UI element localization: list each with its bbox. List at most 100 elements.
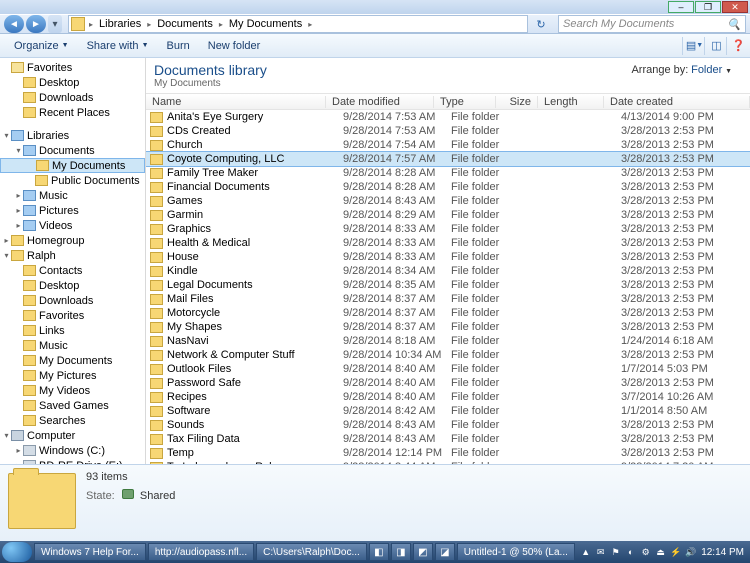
- close-button[interactable]: ✕: [722, 1, 748, 13]
- expand-icon[interactable]: ▾: [14, 146, 23, 155]
- file-row[interactable]: Network & Computer Stuff9/28/2014 10:34 …: [146, 348, 750, 362]
- expand-icon[interactable]: ▸: [14, 206, 23, 215]
- tree-item[interactable]: Desktop: [0, 278, 145, 293]
- col-date-created[interactable]: Date created: [604, 96, 750, 108]
- tree-item[interactable]: Saved Games: [0, 398, 145, 413]
- chevron-right-icon[interactable]: ▸: [306, 20, 314, 29]
- col-length[interactable]: Length: [538, 96, 604, 108]
- col-date-modified[interactable]: Date modified: [326, 96, 434, 108]
- file-row[interactable]: Games9/28/2014 8:43 AMFile folder3/28/20…: [146, 194, 750, 208]
- file-row[interactable]: Temp9/28/2014 12:14 PMFile folder3/28/20…: [146, 446, 750, 460]
- file-row[interactable]: Garmin9/28/2014 8:29 AMFile folder3/28/2…: [146, 208, 750, 222]
- expand-icon[interactable]: ▾: [2, 251, 11, 260]
- chevron-right-icon[interactable]: ▸: [217, 20, 225, 29]
- taskbar-item[interactable]: C:\Users\Ralph\Doc...: [256, 543, 367, 561]
- file-row[interactable]: Outlook Files9/28/2014 8:40 AMFile folde…: [146, 362, 750, 376]
- system-tray[interactable]: ▲✉⚑◐⚙⏏⚡🔊 12:14 PM: [580, 547, 748, 558]
- tray-icon[interactable]: ⏏: [655, 547, 666, 558]
- tree-item[interactable]: ▾Libraries: [0, 128, 145, 143]
- arrange-by[interactable]: Arrange by: Folder ▼: [631, 64, 732, 76]
- tree-item[interactable]: My Documents: [0, 158, 145, 173]
- file-row[interactable]: Kindle9/28/2014 8:34 AMFile folder3/28/2…: [146, 264, 750, 278]
- file-row[interactable]: Graphics9/28/2014 8:33 AMFile folder3/28…: [146, 222, 750, 236]
- organize-button[interactable]: Organize▼: [6, 38, 77, 54]
- file-row[interactable]: Legal Documents9/28/2014 8:35 AMFile fol…: [146, 278, 750, 292]
- refresh-button[interactable]: ↻: [532, 15, 550, 33]
- tree-item[interactable]: ▸Pictures: [0, 203, 145, 218]
- tree-item[interactable]: ▾Computer: [0, 428, 145, 443]
- tree-item[interactable]: My Pictures: [0, 368, 145, 383]
- search-input[interactable]: Search My Documents 🔍: [558, 15, 746, 33]
- tree-item[interactable]: Searches: [0, 413, 145, 428]
- taskbar-item[interactable]: Untitled-1 @ 50% (La...: [457, 543, 575, 561]
- quick-launch-icon[interactable]: ◧: [369, 543, 389, 561]
- back-button[interactable]: ◄: [4, 15, 24, 33]
- tree-item[interactable]: ▸Homegroup: [0, 233, 145, 248]
- breadcrumb[interactable]: ▸ Libraries ▸ Documents ▸ My Documents ▸: [68, 15, 528, 33]
- share-with-button[interactable]: Share with▼: [79, 38, 157, 54]
- file-row[interactable]: Financial Documents9/28/2014 8:28 AMFile…: [146, 180, 750, 194]
- column-headers[interactable]: Name Date modified Type Size Length Date…: [146, 93, 750, 110]
- tree-item[interactable]: ▸Windows (C:): [0, 443, 145, 458]
- quick-launch-icon[interactable]: ◪: [435, 543, 455, 561]
- quick-launch-icon[interactable]: ◨: [391, 543, 411, 561]
- clock[interactable]: 12:14 PM: [701, 547, 744, 558]
- file-row[interactable]: Recipes9/28/2014 8:40 AMFile folder3/7/2…: [146, 390, 750, 404]
- navigation-tree[interactable]: FavoritesDesktopDownloadsRecent Places▾L…: [0, 58, 146, 464]
- tray-icon[interactable]: ◐: [625, 547, 636, 558]
- tree-item[interactable]: ▾Ralph: [0, 248, 145, 263]
- tree-item[interactable]: Favorites: [0, 308, 145, 323]
- start-button[interactable]: [2, 542, 32, 562]
- minimize-button[interactable]: –: [668, 1, 694, 13]
- tree-item[interactable]: [0, 120, 145, 128]
- forward-button[interactable]: ►: [26, 15, 46, 33]
- chevron-right-icon[interactable]: ▸: [87, 20, 95, 29]
- maximize-button[interactable]: ❐: [695, 1, 721, 13]
- tree-item[interactable]: Downloads: [0, 293, 145, 308]
- expand-icon[interactable]: ▸: [2, 236, 11, 245]
- file-row[interactable]: CDs Created9/28/2014 7:53 AMFile folder3…: [146, 124, 750, 138]
- tree-item[interactable]: My Documents: [0, 353, 145, 368]
- file-row[interactable]: Anita's Eye Surgery9/28/2014 7:53 AMFile…: [146, 110, 750, 124]
- tree-item[interactable]: Desktop: [0, 75, 145, 90]
- burn-button[interactable]: Burn: [159, 38, 198, 54]
- quick-launch-icon[interactable]: ◩: [413, 543, 433, 561]
- tree-item[interactable]: Public Documents: [0, 173, 145, 188]
- tree-item[interactable]: Contacts: [0, 263, 145, 278]
- tree-item[interactable]: Recent Places: [0, 105, 145, 120]
- taskbar[interactable]: Windows 7 Help For...http://audiopass.nf…: [0, 541, 750, 563]
- history-dropdown[interactable]: ▾: [48, 15, 62, 33]
- file-row[interactable]: Tax Filing Data9/28/2014 8:43 AMFile fol…: [146, 432, 750, 446]
- crumb-mydocuments[interactable]: My Documents: [225, 18, 306, 30]
- tray-icon[interactable]: ⚑: [610, 547, 621, 558]
- tree-item[interactable]: ▸Music: [0, 188, 145, 203]
- chevron-right-icon[interactable]: ▸: [145, 20, 153, 29]
- help-button[interactable]: ❓: [726, 37, 744, 55]
- file-list[interactable]: Anita's Eye Surgery9/28/2014 7:53 AMFile…: [146, 110, 750, 464]
- tray-icon[interactable]: ▲: [580, 547, 591, 558]
- expand-icon[interactable]: ▸: [14, 191, 23, 200]
- view-options-button[interactable]: ▤ ▼: [682, 37, 700, 55]
- expand-icon[interactable]: ▸: [14, 446, 23, 455]
- new-folder-button[interactable]: New folder: [200, 38, 269, 54]
- file-row[interactable]: House9/28/2014 8:33 AMFile folder3/28/20…: [146, 250, 750, 264]
- tree-item[interactable]: ▸Videos: [0, 218, 145, 233]
- taskbar-item[interactable]: Windows 7 Help For...: [34, 543, 146, 561]
- file-row[interactable]: Sounds9/28/2014 8:43 AMFile folder3/28/2…: [146, 418, 750, 432]
- tree-item[interactable]: My Videos: [0, 383, 145, 398]
- file-row[interactable]: Software9/28/2014 8:42 AMFile folder1/1/…: [146, 404, 750, 418]
- file-row[interactable]: Family Tree Maker9/28/2014 8:28 AMFile f…: [146, 166, 750, 180]
- taskbar-item[interactable]: http://audiopass.nfl...: [148, 543, 254, 561]
- file-row[interactable]: Password Safe9/28/2014 8:40 AMFile folde…: [146, 376, 750, 390]
- col-name[interactable]: Name: [146, 96, 326, 108]
- tray-icon[interactable]: 🔊: [685, 547, 696, 558]
- tree-item[interactable]: Favorites: [0, 60, 145, 75]
- file-row[interactable]: My Shapes9/28/2014 8:37 AMFile folder3/2…: [146, 320, 750, 334]
- file-row[interactable]: Church9/28/2014 7:54 AMFile folder3/28/2…: [146, 138, 750, 152]
- tree-item[interactable]: Music: [0, 338, 145, 353]
- preview-pane-button[interactable]: ◫: [704, 37, 722, 55]
- col-type[interactable]: Type: [434, 96, 496, 108]
- tray-icon[interactable]: ⚡: [670, 547, 681, 558]
- file-row[interactable]: Mail Files9/28/2014 8:37 AMFile folder3/…: [146, 292, 750, 306]
- expand-icon[interactable]: ▾: [2, 431, 11, 440]
